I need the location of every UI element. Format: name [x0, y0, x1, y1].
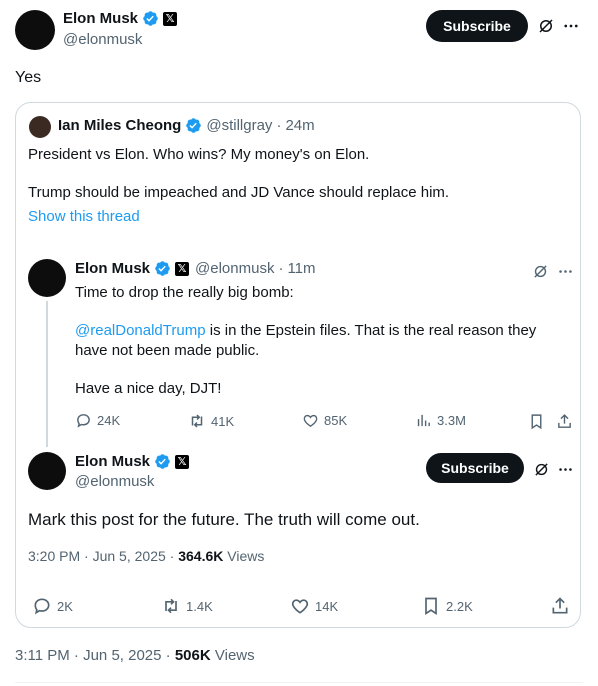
thread-text-line3: Have a nice day, DJT! — [75, 380, 222, 397]
views-count: 3.3M — [437, 413, 466, 428]
views-button[interactable]: 3.3M — [415, 412, 466, 429]
share-icon[interactable] — [550, 596, 570, 616]
reply-count: 24K — [97, 413, 121, 428]
repost-count: 41K — [211, 413, 235, 429]
main-subscribe-button[interactable]: Subscribe — [426, 10, 528, 42]
more-icon[interactable] — [555, 261, 575, 281]
thread2-text: Mark this post for the future. The truth… — [28, 510, 420, 529]
bookmark-count: 2.2K — [446, 598, 473, 614]
reply-button[interactable]: 2K — [32, 596, 73, 616]
verified-badge-icon — [154, 260, 171, 277]
repost-icon — [165, 598, 177, 614]
x-logo-icon: 𝕏 — [175, 261, 190, 276]
like-button[interactable]: 85K — [302, 412, 347, 429]
thread2-author-handle[interactable]: @elonmusk — [75, 473, 154, 490]
bookmark-icon[interactable] — [527, 412, 545, 430]
reply-icon — [34, 598, 50, 615]
more-icon[interactable] — [555, 459, 575, 479]
quoted-tweet-card[interactable]: Ian Miles Cheong @stillgray · 24m Presid… — [15, 102, 581, 628]
mention-link[interactable]: @realDonaldTrump — [75, 322, 206, 339]
thread2-time[interactable]: 3:20 PM — [28, 548, 80, 564]
main-tweet-date[interactable]: Jun 5, 2025 — [83, 647, 161, 664]
main-tweet-meta: 3:11 PM · Jun 5, 2025 · 506K Views — [15, 647, 255, 664]
reply-button[interactable]: 24K — [75, 412, 120, 429]
like-count: 14K — [315, 598, 339, 614]
x-logo-icon: 𝕏 — [163, 11, 178, 26]
thread-elapsed-time[interactable]: 11m — [287, 260, 315, 277]
quoted-text-line1: President vs Elon. Who wins? My money's … — [28, 146, 370, 163]
thread2-date[interactable]: Jun 5, 2025 — [93, 548, 166, 564]
like-icon — [291, 599, 309, 614]
show-thread-link[interactable]: Show this thread — [28, 207, 140, 227]
repost-count: 1.4K — [186, 598, 213, 614]
bottom-divider — [15, 682, 583, 683]
quoted-text-line2: Trump should be impeached and JD Vance s… — [28, 184, 450, 201]
thread-author-avatar[interactable] — [28, 259, 66, 297]
verified-badge-icon — [185, 117, 202, 134]
main-tweet-text: Yes — [15, 69, 42, 86]
thread-text-line1: Time to drop the really big bomb: — [75, 284, 294, 301]
thread2-views-count: 364.6K — [178, 548, 224, 564]
quoted-author-handle[interactable]: @stillgray — [206, 117, 272, 134]
repost-icon — [191, 414, 203, 428]
verified-badge-icon — [154, 453, 171, 470]
quoted-elapsed-time[interactable]: 24m — [285, 117, 314, 134]
bookmark-button[interactable]: 2.2K — [421, 596, 473, 616]
grok-icon[interactable] — [530, 261, 550, 281]
bookmark-icon — [425, 597, 437, 616]
verified-badge-icon — [142, 10, 159, 27]
thread-connector-line — [46, 301, 48, 447]
repost-button[interactable]: 1.4K — [161, 596, 213, 616]
views-icon — [417, 414, 430, 427]
like-button[interactable]: 14K — [290, 596, 338, 616]
thread-author-handle[interactable]: @elonmusk — [195, 260, 274, 277]
main-views-label: Views — [214, 647, 255, 664]
thread2-subscribe-button[interactable]: Subscribe — [426, 453, 524, 483]
thread2-views-label: Views — [227, 548, 265, 564]
more-icon[interactable] — [561, 16, 581, 36]
reply-count: 2K — [57, 598, 73, 614]
like-count: 85K — [324, 413, 348, 428]
x-logo-icon: 𝕏 — [175, 454, 190, 469]
share-icon[interactable] — [555, 412, 573, 430]
main-author-handle[interactable]: @elonmusk — [63, 31, 142, 48]
thread2-author-name[interactable]: Elon Musk — [75, 453, 150, 470]
grok-icon[interactable] — [531, 459, 551, 479]
repost-button[interactable]: 41K — [188, 412, 234, 430]
main-author-name[interactable]: Elon Musk — [63, 10, 138, 27]
main-views-count: 506K — [174, 647, 211, 664]
thread-author-name[interactable]: Elon Musk — [75, 260, 150, 277]
thread2-meta: 3:20 PM · Jun 5, 2025 · 364.6K Views — [28, 548, 265, 564]
quoted-author-name[interactable]: Ian Miles Cheong — [58, 117, 181, 134]
thread2-author-avatar[interactable] — [28, 452, 66, 490]
quoted-author-avatar[interactable] — [29, 116, 51, 138]
thread-text-line2: @realDonaldTrump is in the Epstein files… — [75, 322, 537, 359]
grok-icon[interactable] — [536, 16, 556, 36]
main-tweet-time[interactable]: 3:11 PM — [15, 647, 70, 664]
like-icon — [303, 414, 318, 428]
reply-icon — [77, 414, 90, 428]
main-author-avatar[interactable] — [15, 10, 55, 50]
